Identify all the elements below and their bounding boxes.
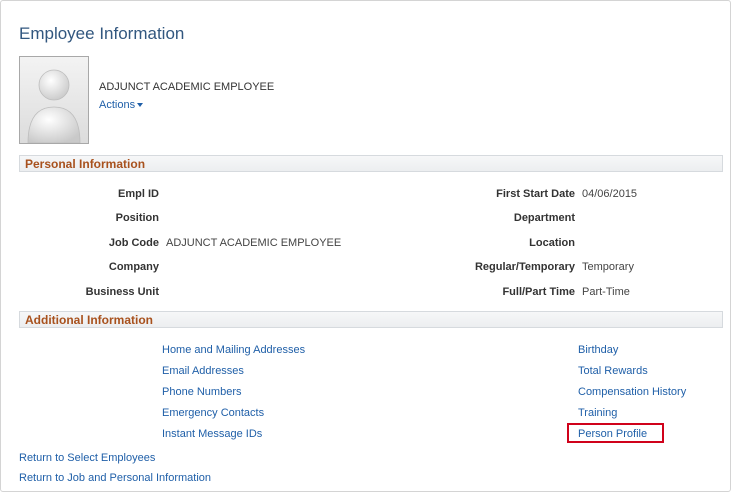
caret-down-icon <box>137 103 144 108</box>
phone-numbers-link[interactable]: Phone Numbers <box>162 386 242 398</box>
job-code-value: ADJUNCT ACADEMIC EMPLOYEE <box>166 237 342 249</box>
emergency-contacts-link[interactable]: Emergency Contacts <box>162 407 264 419</box>
full-part-time-label: Full/Part Time <box>502 286 575 298</box>
total-rewards-link[interactable]: Total Rewards <box>578 365 648 377</box>
position-label: Position <box>115 212 159 224</box>
empl-id-label: Empl ID <box>118 188 159 200</box>
department-label: Department <box>513 212 575 224</box>
employee-photo <box>19 56 89 144</box>
additional-information-header: Additional Information <box>19 311 723 328</box>
birthday-link[interactable]: Birthday <box>578 344 618 356</box>
first-start-date-value: 04/06/2015 <box>582 188 638 200</box>
home-mailing-addresses-link[interactable]: Home and Mailing Addresses <box>162 344 305 356</box>
first-start-date-label: First Start Date <box>496 188 575 200</box>
personal-information-header: Personal Information <box>19 155 723 172</box>
regular-temporary-value: Temporary <box>582 261 634 273</box>
location-label: Location <box>529 237 575 249</box>
compensation-history-link[interactable]: Compensation History <box>578 386 686 398</box>
person-profile-highlight <box>567 423 664 443</box>
employee-name: ADJUNCT ACADEMIC EMPLOYEE <box>99 81 275 93</box>
company-label: Company <box>108 261 159 273</box>
return-to-select-employees-link[interactable]: Return to Select Employees <box>19 452 155 464</box>
business-unit-label: Business Unit <box>85 286 159 298</box>
return-to-job-personal-info-link[interactable]: Return to Job and Personal Information <box>19 472 211 484</box>
training-link[interactable]: Training <box>578 407 617 419</box>
email-addresses-link[interactable]: Email Addresses <box>162 365 244 377</box>
job-code-label: Job Code <box>108 237 159 249</box>
actions-label: Actions <box>99 99 136 111</box>
person-silhouette-icon <box>27 69 81 143</box>
actions-menu[interactable]: Actions <box>99 99 144 111</box>
page-title: Employee Information <box>19 24 185 43</box>
instant-message-ids-link[interactable]: Instant Message IDs <box>162 428 262 440</box>
full-part-time-value: Part-Time <box>582 286 630 298</box>
regular-temporary-label: Regular/Temporary <box>474 261 575 273</box>
